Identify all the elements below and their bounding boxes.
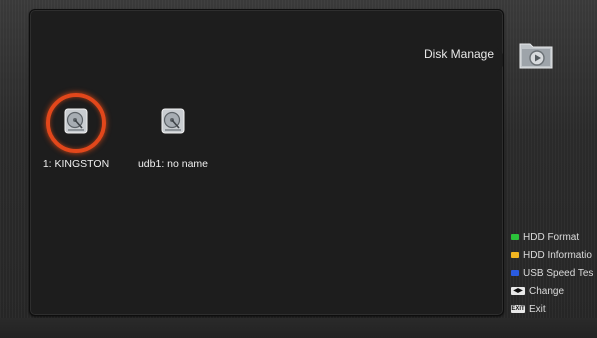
legend-hdd-information: HDD Informatio bbox=[511, 246, 597, 264]
disk-item-kingston[interactable]: 1: KINGSTON bbox=[36, 93, 116, 170]
left-right-key-icon: ◀▶ bbox=[511, 287, 525, 295]
legend-change: ◀▶ Change bbox=[511, 282, 597, 300]
green-key-icon bbox=[511, 234, 519, 240]
legend-label: HDD Format bbox=[523, 231, 580, 243]
folder-play-icon bbox=[519, 43, 553, 69]
page-title: Disk Manage bbox=[424, 47, 495, 61]
exit-key-icon: EXIT bbox=[511, 305, 525, 313]
panel-pointer bbox=[497, 48, 503, 72]
legend-label: USB Speed Tes bbox=[523, 267, 594, 279]
legend-usb-speed-test: USB Speed Tes bbox=[511, 264, 597, 282]
legend-label: Change bbox=[529, 285, 565, 297]
legend-label: HDD Informatio bbox=[523, 249, 592, 261]
blue-key-icon bbox=[511, 270, 519, 276]
disk-label: udb1: no name bbox=[137, 158, 209, 170]
yellow-key-icon bbox=[511, 252, 519, 258]
legend-exit: EXIT Exit bbox=[511, 300, 597, 318]
legend-label: Exit bbox=[529, 303, 546, 315]
hdd-icon bbox=[64, 108, 88, 134]
disk-item-udb1[interactable]: udb1: no name bbox=[133, 93, 213, 170]
bottom-bar bbox=[0, 318, 597, 338]
legend-hdd-format: HDD Format bbox=[511, 228, 597, 246]
key-legend: HDD Format HDD Informatio USB Speed Tes … bbox=[511, 228, 597, 318]
hdd-icon bbox=[161, 108, 185, 134]
disk-label: 1: KINGSTON bbox=[42, 158, 110, 170]
